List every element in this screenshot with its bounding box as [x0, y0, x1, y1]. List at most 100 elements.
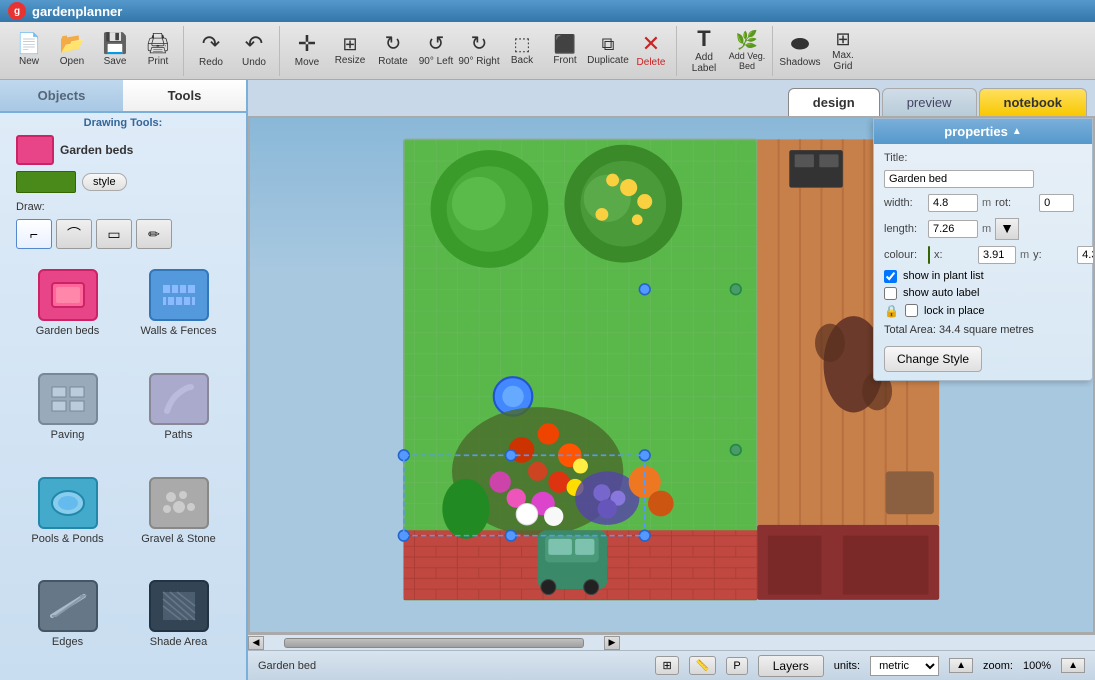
new-button[interactable]: 📄 New [8, 28, 50, 74]
ruler-btn[interactable]: 📏 [689, 656, 717, 675]
rotate-left-button[interactable]: ↺ 90° Left [415, 28, 457, 74]
h-scroll-thumb[interactable] [284, 638, 584, 648]
tab-tools[interactable]: Tools [123, 80, 246, 111]
p-icon: P [733, 660, 740, 672]
x-input[interactable] [978, 246, 1016, 264]
canvas-area[interactable]: properties ▲ Title: width: m rot: [248, 116, 1095, 634]
units-up-btn[interactable]: ▲ [949, 658, 973, 673]
move-button[interactable]: ✛ Move [286, 28, 328, 74]
max-grid-button[interactable]: ⊞ Max. Grid [822, 28, 864, 74]
app-logo: g gardenplanner [8, 2, 122, 20]
save-icon: 💾 [103, 34, 128, 54]
style-row: style [0, 169, 246, 199]
grid-icon: ⊞ [662, 659, 671, 672]
new-icon: 📄 [17, 34, 42, 54]
paths-icon-box [149, 373, 209, 425]
move-icon: ✛ [298, 33, 316, 55]
paths-item-label: Paths [164, 429, 192, 441]
add-label-button[interactable]: T Add Label [683, 28, 725, 74]
sidebar-item-pools-ponds[interactable]: Pools & Ponds [16, 473, 119, 569]
p-btn[interactable]: P [726, 657, 747, 675]
tab-objects[interactable]: Objects [0, 80, 123, 111]
rot-label: rot: [995, 197, 1035, 209]
units-select[interactable]: metric imperial [870, 656, 939, 676]
add-veg-bed-icon: 🌿 [736, 31, 758, 49]
rotate-right-button[interactable]: ↻ 90° Right [458, 28, 500, 74]
back-icon: ⬚ [513, 35, 530, 53]
save-button[interactable]: 💾 Save [94, 28, 136, 74]
sidebar-item-paths[interactable]: Paths [127, 369, 230, 465]
show-plant-list-label: show in plant list [903, 270, 984, 282]
content-tabs: design preview notebook [248, 80, 1095, 116]
edges-item-label: Edges [52, 636, 83, 648]
ruler-icon: 📏 [696, 659, 710, 672]
delete-icon: ✕ [642, 33, 660, 55]
view-tools-group: ⬬ Shadows ⊞ Max. Grid [775, 26, 868, 76]
open-button[interactable]: 📂 Open [51, 28, 93, 74]
sidebar-item-garden-beds[interactable]: Garden beds [16, 265, 119, 361]
h-scrollbar[interactable]: ◀ ▶ [248, 634, 1095, 650]
y-input[interactable] [1077, 246, 1095, 264]
max-grid-icon: ⊞ [835, 30, 850, 48]
sidebar-item-edges[interactable]: Edges [16, 576, 119, 672]
show-plant-list-checkbox[interactable] [884, 270, 897, 283]
print-icon: 🖨 [145, 34, 170, 54]
draw-tool-rect[interactable]: ▭ [96, 219, 132, 249]
length-input[interactable] [928, 220, 978, 238]
width-unit: m [982, 197, 991, 209]
lock-in-place-label: lock in place [924, 305, 985, 317]
open-icon: 📂 [60, 34, 85, 54]
draw-label: Draw: [0, 199, 246, 215]
zoom-up-btn[interactable]: ▲ [1061, 658, 1085, 673]
statusbar: Garden bed ⊞ 📏 P Layers units: metric im… [248, 650, 1095, 680]
draw-tool-curve[interactable]: ⌒ [56, 219, 92, 249]
lock-in-place-row: 🔒 lock in place [884, 304, 1082, 318]
undo-button[interactable]: ↶ Undo [233, 28, 275, 74]
redo-button[interactable]: ↷ Redo [190, 28, 232, 74]
sidebar-item-gravel-stone[interactable]: Gravel & Stone [127, 473, 230, 569]
tab-preview[interactable]: preview [882, 88, 977, 116]
sidebar-item-walls-fences[interactable]: Walls & Fences [127, 265, 230, 361]
tab-notebook[interactable]: notebook [979, 88, 1088, 116]
scroll-right-arrow[interactable]: ▶ [604, 636, 620, 650]
shadows-button[interactable]: ⬬ Shadows [779, 28, 821, 74]
transform-tools-group: ✛ Move ⊞ Resize ↻ Rotate ↺ 90° Left ↻ 90… [282, 26, 677, 76]
expand-icon[interactable]: ▲ [1012, 126, 1022, 137]
rot-input[interactable] [1039, 194, 1074, 212]
sidebar-item-paving[interactable]: Paving [16, 369, 119, 465]
draw-tool-corner[interactable]: ⌐ [16, 219, 52, 249]
show-auto-label-row: show auto label [884, 287, 1082, 300]
print-button[interactable]: 🖨 Print [137, 28, 179, 74]
walls-fences-icon-box [149, 269, 209, 321]
sidebar-item-shade-area[interactable]: Shade Area [127, 576, 230, 672]
grid-btn[interactable]: ⊞ [655, 656, 678, 675]
front-button[interactable]: ⬛ Front [544, 28, 586, 74]
width-input[interactable] [928, 194, 978, 212]
show-plant-list-row: show in plant list [884, 270, 1082, 283]
title-input[interactable] [884, 170, 1034, 188]
colour-row: colour: x: m y: m [884, 246, 1082, 264]
add-veg-bed-button[interactable]: 🌿 Add Veg. Bed [726, 28, 768, 74]
resize-icon: ⊞ [342, 35, 357, 53]
delete-button[interactable]: ✕ Delete [630, 28, 672, 74]
style-button[interactable]: style [82, 173, 127, 191]
gravel-stone-icon-box [149, 477, 209, 529]
duplicate-button[interactable]: ⧉ Duplicate [587, 28, 629, 74]
resize-button[interactable]: ⊞ Resize [329, 28, 371, 74]
draw-tool-freehand[interactable]: ✏ [136, 219, 172, 249]
units-label: units: [834, 660, 860, 672]
lock-in-place-checkbox[interactable] [905, 304, 918, 317]
sidebar: Objects Tools Drawing Tools: Garden beds… [0, 80, 248, 680]
rotate-button[interactable]: ↻ Rotate [372, 28, 414, 74]
garden-beds-swatch [16, 135, 54, 165]
pools-ponds-icon-box [38, 477, 98, 529]
colour-swatch[interactable] [928, 246, 930, 264]
change-style-button[interactable]: Change Style [884, 346, 982, 372]
layers-button[interactable]: Layers [758, 655, 824, 677]
tab-design[interactable]: design [788, 88, 880, 116]
length-arrow[interactable]: ▼ [995, 218, 1019, 240]
edit-tools-group: T Add Label 🌿 Add Veg. Bed [679, 26, 773, 76]
show-auto-label-checkbox[interactable] [884, 287, 897, 300]
back-button[interactable]: ⬚ Back [501, 28, 543, 74]
scroll-left-arrow[interactable]: ◀ [248, 636, 264, 650]
